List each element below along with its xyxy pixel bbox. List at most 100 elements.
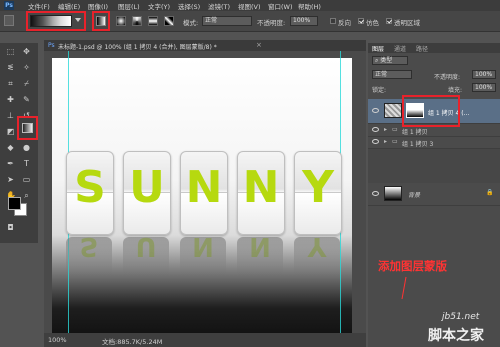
- linear-gradient-icon[interactable]: [96, 16, 106, 26]
- layer-name: 背景: [408, 192, 421, 199]
- gradient-dropdown-icon[interactable]: [75, 18, 81, 22]
- reverse-label: 反向: [338, 19, 351, 27]
- layer-name: 组 1 拷贝: [402, 129, 428, 136]
- tile-letter: Y: [302, 162, 334, 213]
- layer-kind-filter[interactable]: ⌕ 类型: [372, 56, 408, 65]
- dither-checkbox[interactable]: [358, 18, 364, 24]
- letter-tile: S: [66, 151, 114, 235]
- gradient-tool-icon[interactable]: [22, 123, 33, 133]
- close-tab-icon[interactable]: ×: [256, 41, 262, 49]
- menu-layer[interactable]: 图层(L): [118, 1, 140, 11]
- zoom-tool-icon[interactable]: ⌕: [22, 191, 31, 200]
- quick-mask-icon[interactable]: ◘: [6, 223, 15, 232]
- tab-paths[interactable]: 路径: [416, 44, 428, 53]
- blend-mode-select[interactable]: 正常: [372, 70, 412, 79]
- blend-mode-value: 正常: [375, 71, 388, 78]
- move-tool-icon[interactable]: ✥: [22, 47, 31, 56]
- visibility-eye-icon[interactable]: [372, 139, 379, 144]
- letter-tile: N: [237, 151, 285, 235]
- eraser-tool-icon[interactable]: ◩: [6, 127, 15, 136]
- dither-label: 仿色: [366, 19, 379, 27]
- eyedropper-icon[interactable]: ⌿: [22, 79, 31, 88]
- annotation-arrow-icon: [401, 276, 407, 300]
- layer-opacity-input[interactable]: 100%: [472, 70, 496, 79]
- foreground-color-swatch[interactable]: [8, 197, 21, 210]
- menu-edit[interactable]: 编辑(E): [58, 1, 80, 11]
- layer-row[interactable]: 背景 🔒: [368, 183, 500, 206]
- tile-letter: N: [242, 162, 280, 213]
- mode-select[interactable]: 正常: [202, 16, 252, 26]
- folder-expand-icon[interactable]: ▸: [384, 126, 387, 133]
- reverse-checkbox[interactable]: [330, 18, 336, 24]
- opacity-input[interactable]: 100%: [290, 16, 318, 26]
- type-tool-icon[interactable]: T: [22, 159, 31, 168]
- menu-image[interactable]: 图像(I): [88, 1, 108, 11]
- folder-icon: ▭: [392, 138, 398, 145]
- fill-input[interactable]: 100%: [472, 83, 496, 92]
- lasso-tool-icon[interactable]: ᓬ: [6, 63, 15, 72]
- magic-wand-icon[interactable]: ✧: [22, 63, 31, 72]
- shape-tool-icon[interactable]: ▭: [22, 175, 31, 184]
- visibility-eye-icon[interactable]: [372, 127, 379, 132]
- reflected-gradient-icon[interactable]: [148, 16, 158, 26]
- diamond-gradient-icon[interactable]: [164, 16, 174, 26]
- annotation-text: 添加图层蒙版: [378, 259, 447, 273]
- clone-stamp-icon[interactable]: ⊥: [6, 111, 15, 120]
- visibility-eye-icon[interactable]: [372, 191, 379, 196]
- tile-letter: N: [185, 162, 223, 213]
- healing-brush-icon[interactable]: ✚: [6, 95, 15, 104]
- document-tab-title: 未标题-1.psd @ 100% (组 1 拷贝 4 (合并), 图层蒙版/8)…: [58, 44, 217, 51]
- path-select-icon[interactable]: ➤: [6, 175, 15, 184]
- tools-panel: ⬚ ✥ ᓬ ✧ ⌗ ⌿ ✚ ✎ ⊥ ↺ ◩ ◆ ● ✒ T ➤ ▭ ✋ ⌕ ◘: [0, 43, 38, 243]
- dodge-tool-icon[interactable]: ●: [22, 143, 31, 152]
- layer-row[interactable]: ▸ ▭ 组 1 拷贝 3: [368, 136, 500, 149]
- options-bar: 模式: 正常 不透明度: 100% 反向 仿色 透明区域: [0, 11, 500, 32]
- tab-channels[interactable]: 通道: [394, 44, 406, 53]
- menu-file[interactable]: 文件(F): [28, 1, 50, 11]
- marquee-tool-icon[interactable]: ⬚: [6, 47, 15, 56]
- layer-opacity-label: 不透明度:: [434, 74, 461, 81]
- opacity-value: 100%: [293, 17, 311, 24]
- menu-type[interactable]: 文字(Y): [148, 1, 170, 11]
- opacity-label: 不透明度:: [257, 19, 286, 27]
- visibility-eye-icon[interactable]: [372, 108, 379, 113]
- gradient-editor-swatch[interactable]: [30, 15, 72, 27]
- tab-layers[interactable]: 图层: [372, 44, 384, 53]
- fill-value: 100%: [475, 84, 493, 91]
- document-tab[interactable]: Ps 未标题-1.psd @ 100% (组 1 拷贝 4 (合并), 图层蒙版…: [44, 40, 366, 51]
- layer-opacity-value: 100%: [475, 71, 493, 78]
- angle-gradient-icon[interactable]: [132, 16, 142, 26]
- gradient-tool-preset-icon[interactable]: [4, 15, 14, 26]
- letter-tile: Y: [294, 151, 342, 235]
- crop-tool-icon[interactable]: ⌗: [6, 79, 15, 88]
- tile-letter: U: [129, 162, 165, 213]
- panel-tabs: 图层 通道 路径: [368, 43, 500, 53]
- lock-label: 锁定:: [372, 87, 387, 94]
- menu-window[interactable]: 窗口(W): [268, 1, 293, 11]
- photoshop-logo: Ps: [4, 1, 14, 10]
- menu-select[interactable]: 选择(S): [178, 1, 200, 11]
- menu-help[interactable]: 帮助(H): [298, 1, 321, 11]
- radial-gradient-icon[interactable]: [116, 16, 126, 26]
- tile-reflection: N: [237, 231, 283, 277]
- lock-icon: 🔒: [486, 189, 494, 196]
- pen-tool-icon[interactable]: ✒: [6, 159, 15, 168]
- watermark-brand: 脚本之家: [428, 328, 484, 344]
- mode-label: 模式:: [183, 19, 199, 27]
- layer-name: 组 1 拷贝 3: [402, 141, 434, 148]
- layers-panel: 图层 通道 路径 ⌕ 类型 正常 不透明度: 100% 锁定: 填充: 100%…: [368, 43, 500, 347]
- transparency-checkbox[interactable]: [386, 18, 392, 24]
- brush-tool-icon[interactable]: ✎: [22, 95, 31, 104]
- letter-tile: U: [123, 151, 171, 235]
- menu-filter[interactable]: 滤镜(T): [208, 1, 230, 11]
- fill-label: 填充:: [448, 87, 463, 94]
- tile-reflection: Y: [294, 231, 340, 277]
- zoom-level[interactable]: 100%: [48, 336, 67, 344]
- folder-expand-icon[interactable]: ▸: [384, 138, 387, 145]
- menu-view[interactable]: 视图(V): [238, 1, 261, 11]
- layer-thumbnail: [384, 103, 402, 118]
- document-tab-icon: Ps: [48, 42, 55, 49]
- blur-tool-icon[interactable]: ◆: [6, 143, 15, 152]
- canvas-area: S U N N Y S U N N Y: [44, 51, 366, 333]
- tile-reflection: U: [123, 231, 169, 277]
